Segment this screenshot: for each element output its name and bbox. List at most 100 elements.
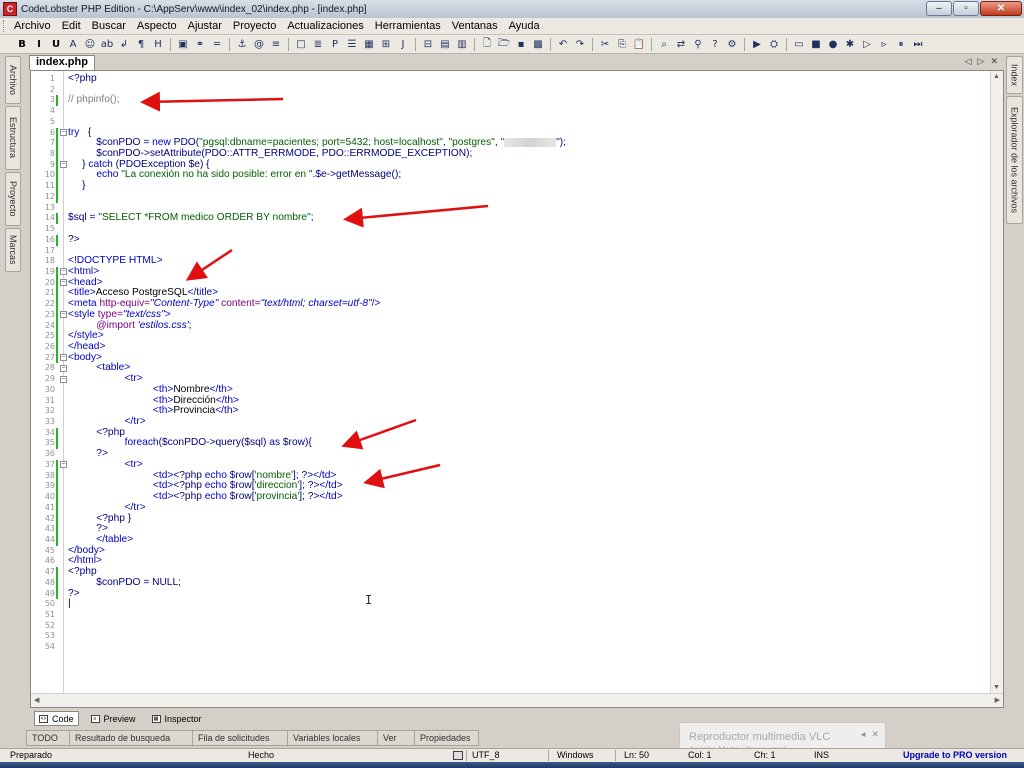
vertical-scrollbar[interactable]: ▲ ▼ xyxy=(990,71,1003,693)
debug-icon[interactable]: ⛭ xyxy=(766,37,782,52)
menu-ajustar[interactable]: Ajustar xyxy=(188,20,222,32)
step-into-icon[interactable]: ▷ xyxy=(859,37,875,52)
tab-propiedades[interactable]: Propiedades xyxy=(414,730,479,746)
tab-prev-icon[interactable]: ◁ xyxy=(965,56,972,67)
scroll-up-icon[interactable]: ▲ xyxy=(993,73,1000,80)
settings-icon[interactable]: ⚙ xyxy=(724,37,740,52)
fold-toggle-icon[interactable]: − xyxy=(60,279,67,287)
menu-archivo[interactable]: Archivo xyxy=(14,20,51,32)
pause-icon[interactable]: ⏸ xyxy=(893,37,909,52)
menu-ayuda[interactable]: Ayuda xyxy=(509,20,540,32)
tab-preview[interactable]: ≡ Preview xyxy=(87,711,140,726)
script-icon[interactable]: J xyxy=(395,37,411,52)
tab-marcas[interactable]: Marcas xyxy=(5,228,21,272)
code-editor[interactable]: 1 2 3 4 5 6 7 8 9 10 11 12 13 14 15 16 17 18 19 20 21 22 23 24 2… xyxy=(30,70,1004,708)
vlc-close-icon[interactable]: ✕ xyxy=(871,729,879,740)
paragraph-icon[interactable]: ¶ xyxy=(133,37,149,52)
tab-estructura[interactable]: Estructura xyxy=(5,106,21,170)
step-over-icon[interactable]: ▹ xyxy=(876,37,892,52)
step-out-icon[interactable]: ⏭ xyxy=(910,37,926,52)
abbr-icon[interactable]: ab xyxy=(99,37,115,52)
image-icon[interactable]: ▣ xyxy=(175,37,191,52)
rule-icon[interactable]: ═ xyxy=(209,37,225,52)
tab-index[interactable]: Index xyxy=(1006,56,1023,94)
undo-icon[interactable]: ↶ xyxy=(555,37,571,52)
tab-resultado-busqueda[interactable]: Resultado de busqueda xyxy=(69,730,193,746)
tab-variables-locales[interactable]: Variables locales xyxy=(287,730,378,746)
scroll-left-icon[interactable]: ◀ xyxy=(34,696,39,704)
tab-close-icon[interactable]: ✕ xyxy=(990,56,998,67)
link-icon[interactable]: ⚭ xyxy=(192,37,208,52)
tab-ver[interactable]: Ver xyxy=(377,730,415,746)
fold-toggle-icon[interactable]: − xyxy=(60,129,67,137)
replace-icon[interactable]: ⇄ xyxy=(673,37,689,52)
maximize-icon[interactable]: ▫ xyxy=(953,1,979,16)
paste-icon[interactable]: 📋 xyxy=(631,37,647,52)
tab-next-icon[interactable]: ▷ xyxy=(978,56,985,67)
scroll-right-icon[interactable]: ▶ xyxy=(995,696,1000,704)
tab-fila-solicitudes[interactable]: Fila de solicitudes xyxy=(192,730,288,746)
font-icon[interactable]: A xyxy=(65,37,81,52)
minimize-icon[interactable]: – xyxy=(926,1,952,16)
breakpoint-icon[interactable]: ● xyxy=(825,37,841,52)
fold-toggle-icon[interactable]: − xyxy=(60,354,67,362)
list-icon[interactable]: ≡ xyxy=(268,37,284,52)
menu-herramientas[interactable]: Herramientas xyxy=(375,20,441,32)
help-icon[interactable]: ? xyxy=(707,37,723,52)
insert-icon[interactable]: ⊟ xyxy=(420,37,436,52)
email-icon[interactable]: @ xyxy=(251,37,267,52)
menu-edit[interactable]: Edit xyxy=(62,20,81,32)
heading-icon[interactable]: H xyxy=(150,37,166,52)
redo-icon[interactable]: ↷ xyxy=(572,37,588,52)
open-folder-icon[interactable]: 🗁 xyxy=(496,37,512,52)
smiley-icon[interactable]: ☺ xyxy=(82,37,98,52)
form-icon[interactable]: ⊞ xyxy=(378,37,394,52)
menu-actualizaciones[interactable]: Actualizaciones xyxy=(287,20,363,32)
anchor-icon[interactable]: ⚓ xyxy=(234,37,250,52)
copy-icon[interactable]: ⎘ xyxy=(614,37,630,52)
fold-toggle-icon[interactable]: − xyxy=(60,375,67,383)
find-files-icon[interactable]: ⚲ xyxy=(690,37,706,52)
fold-toggle-icon[interactable]: − xyxy=(60,364,67,372)
fold-toggle-icon[interactable]: − xyxy=(60,461,67,469)
run-icon[interactable]: ▶ xyxy=(749,37,765,52)
italic-icon[interactable]: I xyxy=(31,37,47,52)
fold-toggle-icon[interactable]: − xyxy=(60,161,67,169)
horizontal-scrollbar[interactable]: ◀ ▶ xyxy=(31,693,1003,707)
tab-todo[interactable]: TODO xyxy=(26,730,70,746)
fold-toggle-icon[interactable]: − xyxy=(60,268,67,276)
close-icon[interactable]: ✕ xyxy=(980,1,1022,16)
underline-icon[interactable]: U xyxy=(48,37,64,52)
tab-index-php[interactable]: index.php xyxy=(29,55,95,70)
vlc-back-icon[interactable]: ◂ xyxy=(861,729,866,740)
tab-archivo[interactable]: Archivo xyxy=(5,56,21,104)
frame-icon[interactable]: □ xyxy=(293,37,309,52)
menu-aspecto[interactable]: Aspecto xyxy=(137,20,177,32)
media-icon[interactable]: ▤ xyxy=(437,37,453,52)
tab-inspector[interactable]: ▦ Inspector xyxy=(148,711,206,726)
save-all-icon[interactable]: ▩ xyxy=(530,37,546,52)
clear-breakpoints-icon[interactable]: ✱ xyxy=(842,37,858,52)
upgrade-pro-link[interactable]: Upgrade to PRO version xyxy=(903,750,1007,760)
find-icon[interactable]: ⌕ xyxy=(656,37,672,52)
return-icon[interactable]: ↲ xyxy=(116,37,132,52)
console-icon[interactable]: ▭ xyxy=(791,37,807,52)
pre-icon[interactable]: P xyxy=(327,37,343,52)
scroll-down-icon[interactable]: ▼ xyxy=(993,684,1000,691)
bold-icon[interactable]: B xyxy=(14,37,30,52)
fold-toggle-icon[interactable]: − xyxy=(60,311,67,319)
cut-icon[interactable]: ✂ xyxy=(597,37,613,52)
tab-code[interactable]: <> Code xyxy=(34,711,79,726)
menu-ventanas[interactable]: Ventanas xyxy=(452,20,498,32)
menu-buscar[interactable]: Buscar xyxy=(92,20,126,32)
ordered-list-icon[interactable]: ☰ xyxy=(344,37,360,52)
stop-icon[interactable]: ■ xyxy=(808,37,824,52)
table-icon[interactable]: ▦ xyxy=(361,37,377,52)
chart-icon[interactable]: ▥ xyxy=(454,37,470,52)
tab-explorador[interactable]: Explorador de los archivos xyxy=(1006,96,1023,224)
tab-proyecto[interactable]: Proyecto xyxy=(5,172,21,226)
save-icon[interactable]: ▪ xyxy=(513,37,529,52)
align-icon[interactable]: ≣ xyxy=(310,37,326,52)
menu-proyecto[interactable]: Proyecto xyxy=(233,20,276,32)
new-file-icon[interactable]: 🗋 xyxy=(479,37,495,52)
